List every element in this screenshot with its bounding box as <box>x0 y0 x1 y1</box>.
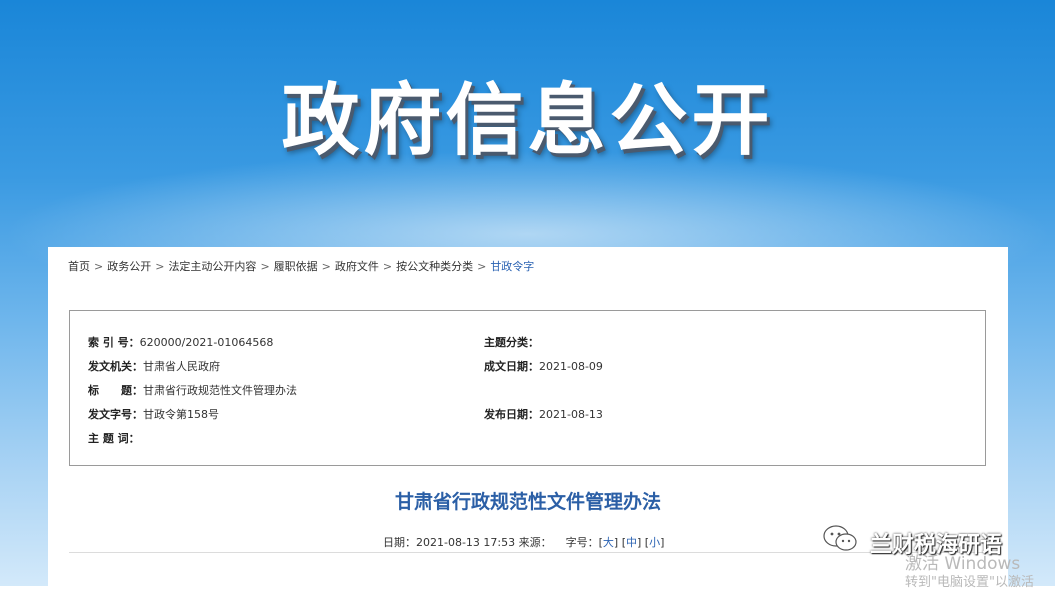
meta-keywords-label: 主 题 词： <box>88 432 140 445</box>
breadcrumb-separator: > <box>155 260 165 273</box>
font-size-medium-link[interactable]: 中 <box>626 536 637 549</box>
document-date-source: 日期：2021-08-13 17:53 来源： <box>383 536 552 549</box>
meta-index-label: 索 引 号： <box>88 336 140 349</box>
breadcrumb-separator: > <box>260 260 270 273</box>
breadcrumb-current[interactable]: 甘政令字 <box>490 260 534 273</box>
document-metadata-box: 索 引 号：620000/2021-01064568 主题分类： 发文机关：甘肃… <box>69 310 986 466</box>
breadcrumb-separator: > <box>382 260 393 273</box>
breadcrumb-statutory-content[interactable]: 法定主动公开内容 <box>168 260 256 273</box>
font-size-large-link[interactable]: 大 <box>603 536 614 549</box>
meta-publish-date-label: 发布日期： <box>484 408 539 421</box>
document-title: 甘肃省行政规范性文件管理办法 <box>394 491 661 513</box>
wechat-icon <box>823 525 857 551</box>
breadcrumb-by-doc-type[interactable]: 按公文种类分类 <box>396 260 473 273</box>
meta-topic-class-label: 主题分类： <box>484 336 539 349</box>
windows-activation-hint: 转到"电脑设置"以激活 <box>905 575 1034 590</box>
meta-written-date-row: 成文日期：2021-08-09 <box>484 358 603 374</box>
meta-doc-no-label: 发文字号： <box>88 408 143 421</box>
meta-doc-no-row: 发文字号：甘政令第158号 <box>88 406 219 422</box>
meta-issuer-label: 发文机关： <box>88 360 143 373</box>
meta-publish-date-row: 发布日期：2021-08-13 <box>484 406 603 422</box>
breadcrumb-duty-basis[interactable]: 履职依据 <box>274 260 318 273</box>
breadcrumb-home[interactable]: 首页 <box>68 260 90 273</box>
breadcrumb-separator: > <box>321 260 331 273</box>
content-panel: 首页 > 政务公开 > 法定主动公开内容 > 履职依据 > 政府文件 > 按公文种类分类 > 甘政令字 … <box>48 247 1008 586</box>
meta-index-value: 620000/2021-01064568 <box>139 336 274 349</box>
meta-issuer-row: 发文机关：甘肃省人民政府 <box>88 358 220 374</box>
meta-title-value: 甘肃省行政规范性文件管理办法 <box>143 384 297 397</box>
breadcrumb: 首页 > 政务公开 > 法定主动公开内容 > 履职依据 > 政府文件 > 按公文种类分类 > 甘政令字 <box>68 258 534 274</box>
meta-title-label: 标 题： <box>88 384 143 397</box>
meta-written-date-label: 成文日期： <box>484 360 539 373</box>
meta-keywords-row: 主 题 词： <box>88 430 140 446</box>
breadcrumb-separator: > <box>477 260 487 273</box>
banner-title: 政府信息公开 <box>281 76 774 166</box>
document-info-line: 日期：2021-08-13 17:53 来源： 字号：[大] [中] [小] <box>383 536 665 549</box>
meta-issuer-value: 甘肃省人民政府 <box>143 360 220 373</box>
meta-topic-class-row: 主题分类： <box>484 334 539 350</box>
font-size-label: 字号： <box>565 536 599 549</box>
breadcrumb-separator: > <box>94 260 104 273</box>
font-size-small-link[interactable]: 小 <box>649 536 660 549</box>
meta-title-row: 标 题：甘肃省行政规范性文件管理办法 <box>88 382 297 398</box>
breadcrumb-gov-documents[interactable]: 政府文件 <box>335 260 379 273</box>
meta-written-date-value: 2021-08-09 <box>539 360 603 373</box>
breadcrumb-gov-affairs[interactable]: 政务公开 <box>107 260 151 273</box>
meta-index-row: 索 引 号：620000/2021-01064568 <box>88 334 273 350</box>
meta-publish-date-value: 2021-08-13 <box>539 408 603 421</box>
meta-doc-no-value: 甘政令第158号 <box>143 408 219 421</box>
